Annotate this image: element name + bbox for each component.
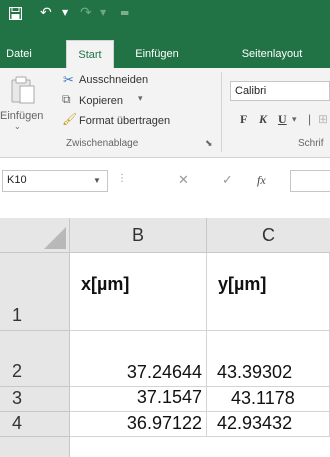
formula-input[interactable] [290,170,330,192]
enter-icon[interactable]: ✓ [222,173,233,188]
italic-button[interactable]: K [259,112,267,127]
cell-c4[interactable]: 42.93432 [207,412,330,437]
row-header-1[interactable]: 1 [0,253,70,331]
cut-button[interactable]: Ausschneiden [79,74,148,86]
font-group-label: Schrif [298,138,324,149]
copy-dropdown-icon[interactable]: ▾ [138,93,143,104]
bold-button[interactable]: F [240,112,247,127]
paste-button[interactable]: Einfügen [0,110,43,122]
copy-icon: ⧉ [62,92,71,106]
underline-dropdown-icon[interactable]: ▾ [292,114,297,125]
row-header-4[interactable]: 4 [0,412,70,437]
row-header-3[interactable]: 3 [0,387,70,412]
tab-start[interactable]: Start [66,40,114,68]
fx-icon[interactable]: fx [257,173,266,188]
cell-c3[interactable]: 43.1178 [207,387,330,412]
drag-handle-icon[interactable]: ⋮ [117,173,127,184]
name-box[interactable]: K10 ▼ [2,170,108,192]
save-icon[interactable] [9,7,22,20]
redo-icon[interactable]: ↷ [80,5,92,21]
format-painter-button[interactable]: Format übertragen [79,115,170,127]
select-all-triangle-icon [44,227,66,249]
cancel-icon[interactable]: ✕ [178,173,189,188]
cell-b3[interactable]: 37.1547 [70,387,207,412]
spreadsheet-grid: B C 1 x[µm] y[µm] 2 37.24644 43.39302 3 … [0,218,330,457]
undo-icon[interactable]: ↶ [40,5,52,21]
underline-button[interactable]: U [278,112,287,127]
name-box-value: K10 [7,174,27,186]
column-header-b[interactable]: B [70,218,207,253]
divider-mark: | [308,112,312,126]
tab-datei[interactable]: Datei [4,40,34,68]
cell-c2[interactable]: 43.39302 [207,331,330,387]
font-name-select[interactable]: Calibri [230,81,330,101]
clipboard-group-label: Zwischenablage [66,138,139,149]
chevron-down-icon[interactable]: ▼ [93,176,101,185]
paste-icon[interactable] [10,76,36,104]
formula-bar: K10 ▼ ⋮ ✕ ✓ fx [0,158,330,200]
copy-button[interactable]: Kopieren [79,95,123,107]
paste-dropdown-icon[interactable]: ⌄ [14,122,21,131]
row-header-2[interactable]: 2 [0,331,70,387]
dialog-launcher-icon[interactable]: ⬊ [205,138,213,149]
ribbon-tabs: Datei Start Einfügen Seitenlayout [0,28,330,68]
redo-dropdown-icon[interactable]: ▼ [100,8,106,17]
cell-b4[interactable]: 36.97122 [70,412,207,437]
cell-b2[interactable]: 37.24644 [70,331,207,387]
cell-c1[interactable]: y[µm] [207,253,330,331]
column-header-c[interactable]: C [207,218,330,253]
group-separator [221,72,222,152]
ribbon: Einfügen ⌄ ✂ Ausschneiden ⧉ Kopieren ▾ 🖌… [0,68,330,158]
title-bar: ↶ ▼ ↷ ▼ ═ [0,0,330,28]
cell-b1[interactable]: x[µm] [70,253,207,331]
scissors-icon: ✂ [63,72,74,87]
select-all-button[interactable] [0,218,70,253]
row-header-5[interactable] [0,437,70,457]
format-painter-icon: 🖌 [62,112,78,126]
customize-qat-icon[interactable]: ═ [121,6,128,20]
tab-einfuegen[interactable]: Einfügen [126,40,188,68]
undo-dropdown-icon[interactable]: ▼ [62,8,68,17]
tab-seitenlayout[interactable]: Seitenlayout [230,40,314,68]
border-icon[interactable]: ⊞ [318,112,328,126]
